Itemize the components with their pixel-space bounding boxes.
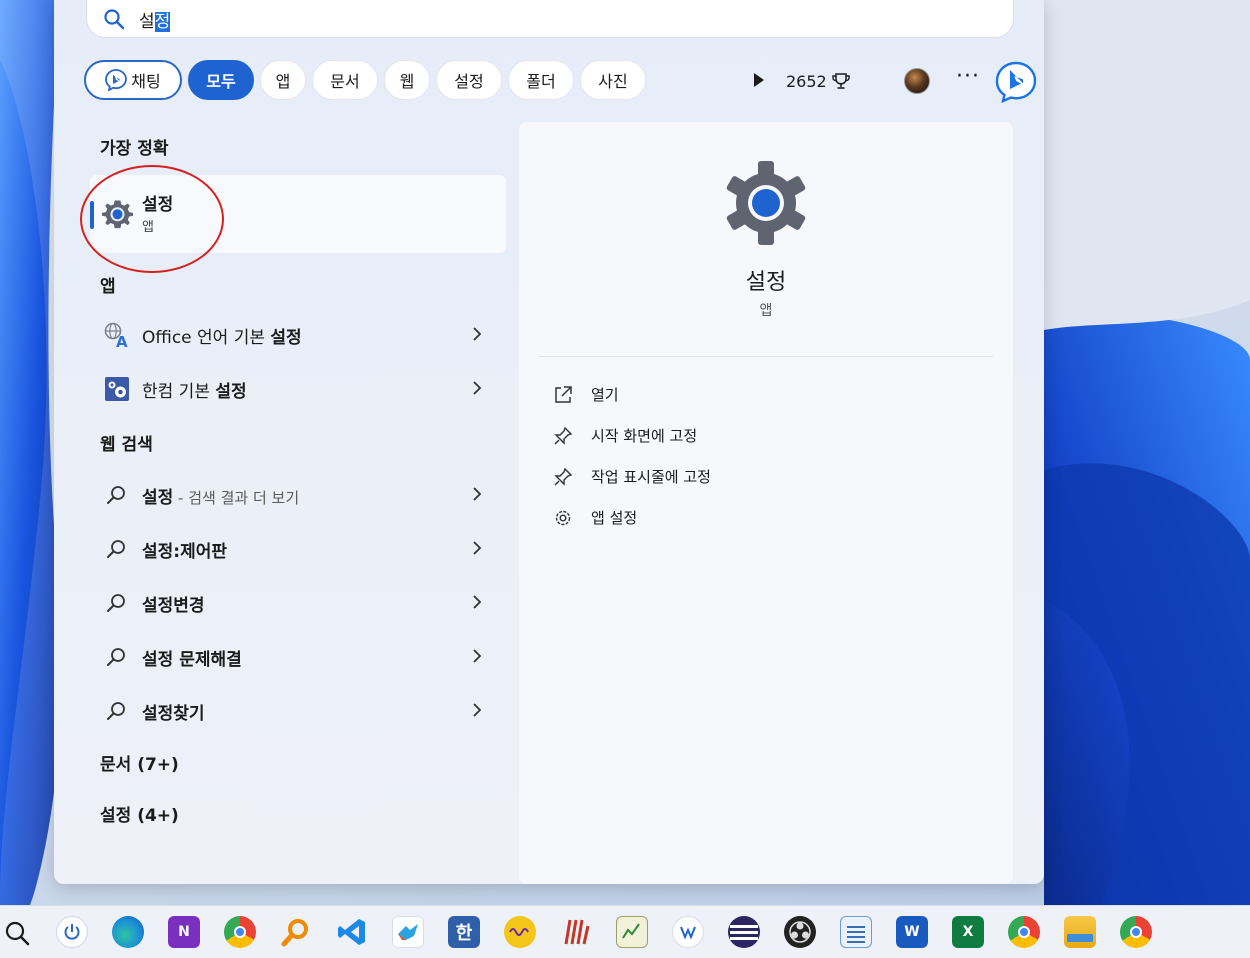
- onenote-icon[interactable]: N: [168, 916, 200, 948]
- excel-icon[interactable]: X: [952, 916, 984, 948]
- search-icon: [107, 702, 125, 720]
- search-panel: 설정 채팅 모두 앱 문서 웹 설정 폴더 사진 2652 ··· 가장 정확 …: [54, 0, 1044, 884]
- web-result-change-settings[interactable]: 설정변경: [90, 578, 506, 626]
- action-label: 앱 설정: [591, 509, 638, 527]
- chevron-right-icon[interactable]: [470, 324, 484, 344]
- filter-documents[interactable]: 문서: [312, 60, 378, 100]
- web-result-label: 설정 문제해결: [142, 650, 242, 670]
- documents-heading[interactable]: 문서 (7+): [100, 750, 179, 775]
- search-query: 설정: [139, 12, 171, 32]
- edge-icon[interactable]: [112, 916, 144, 948]
- action-pin-taskbar[interactable]: 작업 표시줄에 고정: [549, 462, 969, 492]
- settings-gear-icon: [726, 161, 806, 245]
- action-pin-start[interactable]: 시작 화면에 고정: [549, 421, 969, 451]
- chevron-right-icon[interactable]: [470, 646, 484, 666]
- web-result-label: 설정찾기: [142, 704, 205, 724]
- play-icon[interactable]: [752, 72, 766, 88]
- search-icon: [104, 9, 125, 30]
- preview-pane: 설정 앱 열기 시작 화면에 고정 작업 표시줄에 고정 앱 설정: [519, 122, 1013, 884]
- open-external-icon: [555, 386, 572, 403]
- chat-button[interactable]: 채팅: [84, 60, 182, 100]
- search-icon: [107, 540, 125, 558]
- app-label: Office 언어 기본 설정: [142, 328, 302, 348]
- rewards-points[interactable]: 2652: [786, 71, 851, 91]
- pin-icon: [554, 467, 573, 486]
- hancom-icon[interactable]: 한: [448, 916, 480, 948]
- hancom-settings-icon: [105, 377, 129, 401]
- app-icon[interactable]: [672, 916, 704, 948]
- app-hancom-settings[interactable]: 한컴 기본 설정: [90, 364, 506, 412]
- search-input[interactable]: 설정: [86, 0, 1014, 38]
- action-label: 시작 화면에 고정: [591, 427, 698, 445]
- web-result-label: 설정 - 검색 결과 더 보기: [142, 488, 300, 508]
- app-icon[interactable]: [560, 916, 592, 948]
- svg-text:A: A: [116, 333, 128, 348]
- filter-photos[interactable]: 사진: [580, 60, 646, 100]
- filter-bar: 채팅 모두 앱 문서 웹 설정 폴더 사진 2652 ···: [84, 60, 1037, 104]
- bing-icon[interactable]: [994, 60, 1038, 104]
- notepad-app-icon[interactable]: [616, 916, 648, 948]
- web-result-label: 설정:제어판: [142, 542, 227, 562]
- vscode-icon[interactable]: [336, 916, 368, 948]
- obs-icon[interactable]: [784, 916, 816, 948]
- trophy-icon: [832, 73, 850, 89]
- red-circle-annotation: [80, 165, 224, 273]
- web-result-settings[interactable]: 설정 - 검색 결과 더 보기: [90, 470, 506, 518]
- search-app-icon[interactable]: [280, 916, 312, 948]
- settings-heading[interactable]: 설정 (4+): [100, 801, 179, 826]
- chevron-right-icon[interactable]: [470, 484, 484, 504]
- taskbar: N 한 W X: [0, 905, 1250, 958]
- bing-chat-icon: [105, 69, 128, 91]
- app-office-language-settings[interactable]: A Office 언어 기본 설정: [90, 310, 506, 358]
- action-app-settings[interactable]: 앱 설정: [549, 503, 969, 533]
- filter-all[interactable]: 모두: [188, 60, 254, 100]
- chevron-right-icon[interactable]: [470, 592, 484, 612]
- chevron-right-icon[interactable]: [470, 700, 484, 720]
- web-result-troubleshoot[interactable]: 설정 문제해결: [90, 632, 506, 680]
- chat-label: 채팅: [131, 72, 161, 91]
- web-result-control-panel[interactable]: 설정:제어판: [90, 524, 506, 572]
- filter-apps[interactable]: 앱: [260, 60, 306, 100]
- preview-name: 설정: [745, 270, 787, 295]
- gear-icon: [555, 510, 571, 526]
- web-result-label: 설정변경: [142, 596, 205, 616]
- app-icon[interactable]: [392, 916, 424, 948]
- action-label: 열기: [591, 386, 619, 404]
- search-icon[interactable]: [4, 920, 30, 946]
- chevron-right-icon[interactable]: [470, 378, 484, 398]
- word-icon[interactable]: W: [896, 916, 928, 948]
- filter-folders[interactable]: 폴더: [508, 60, 574, 100]
- app-label: 한컴 기본 설정: [142, 382, 247, 402]
- action-label: 작업 표시줄에 고정: [591, 468, 711, 486]
- filter-web[interactable]: 웹: [384, 60, 430, 100]
- chrome-icon[interactable]: [224, 916, 256, 948]
- filter-settings[interactable]: 설정: [436, 60, 502, 100]
- office-language-icon: A: [104, 322, 128, 348]
- audio-app-icon[interactable]: [504, 916, 536, 948]
- file-explorer-icon[interactable]: [1064, 916, 1096, 948]
- more-options-icon[interactable]: ···: [956, 64, 980, 89]
- web-result-find-settings[interactable]: 설정찾기: [90, 686, 506, 734]
- search-icon: [107, 486, 125, 504]
- chevron-right-icon[interactable]: [470, 538, 484, 558]
- best-match-heading: 가장 정확: [100, 139, 169, 159]
- action-open[interactable]: 열기: [549, 380, 969, 410]
- preview-type: 앱: [759, 303, 773, 319]
- eclipse-icon[interactable]: [728, 916, 760, 948]
- pin-icon: [554, 426, 573, 445]
- chrome-profile-icon[interactable]: [1008, 916, 1040, 948]
- search-icon: [107, 648, 125, 666]
- notepad-icon[interactable]: [840, 916, 872, 948]
- web-search-heading: 웹 검색: [100, 435, 153, 455]
- chrome-profile-icon[interactable]: [1120, 916, 1152, 948]
- user-avatar[interactable]: [904, 68, 930, 94]
- divider: [539, 356, 993, 357]
- search-icon: [107, 594, 125, 612]
- power-icon[interactable]: [56, 916, 88, 948]
- apps-heading: 앱: [100, 277, 116, 297]
